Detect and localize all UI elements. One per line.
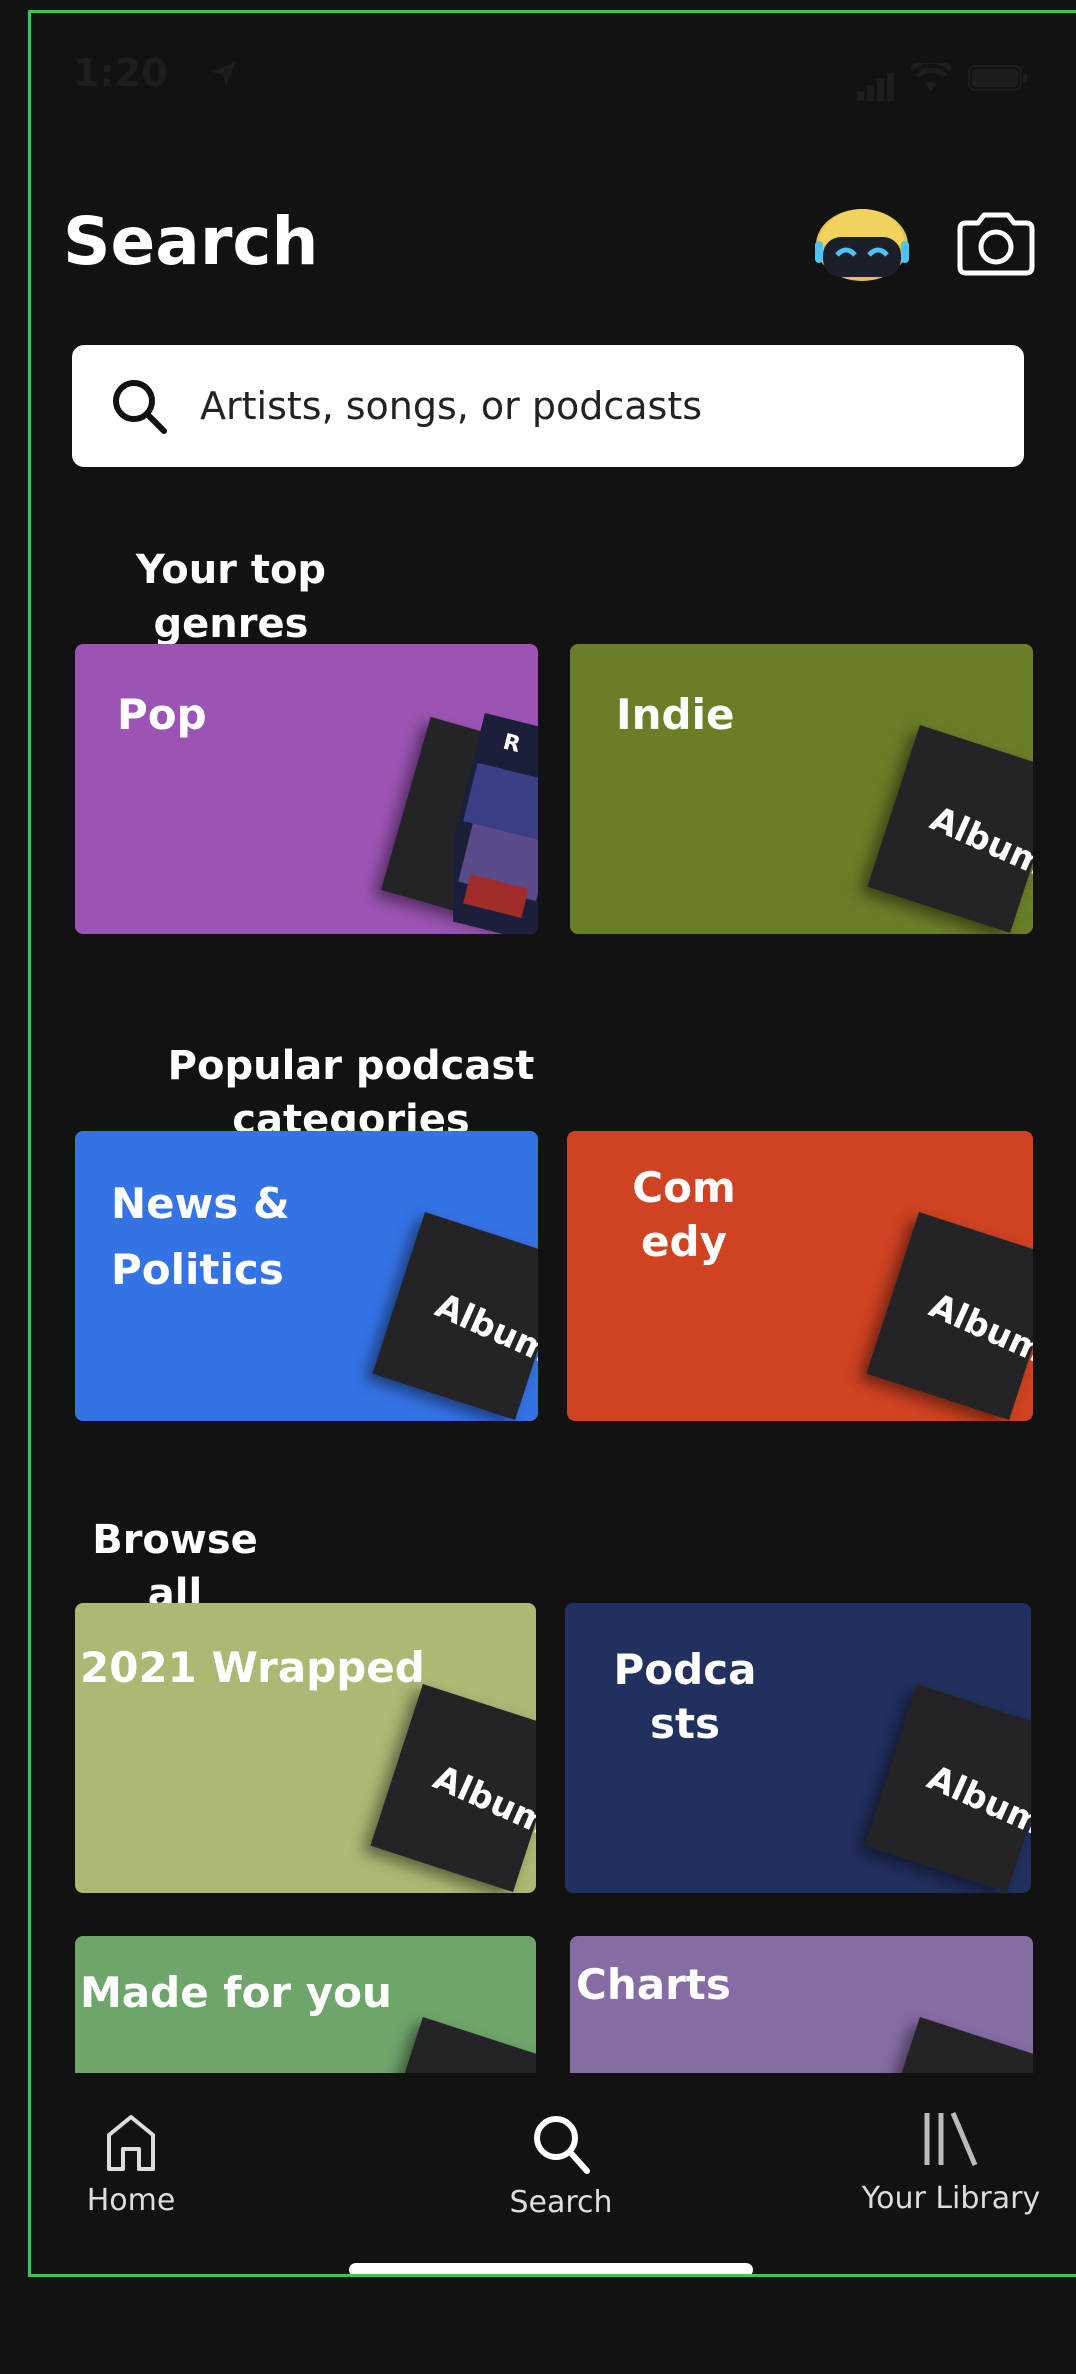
tile-charts[interactable]: Charts <box>570 1936 1033 2086</box>
tile-comedy[interactable]: Com edy Album <box>567 1131 1033 1421</box>
tile-label: News & Politics <box>111 1179 290 1294</box>
album-art-label: Album <box>427 1757 536 1844</box>
search-icon <box>113 380 167 434</box>
bottom-nav: Home Search Your Library <box>31 2073 1076 2274</box>
album-art-label: Album <box>921 1757 1031 1844</box>
tile-label: Charts <box>576 1960 731 2009</box>
home-icon <box>107 2115 155 2171</box>
tile-label: Com edy <box>632 1163 736 1266</box>
tile-label: Pop <box>117 690 207 739</box>
tile-2021-wrapped[interactable]: 2021 Wrapped Album <box>75 1603 536 1893</box>
album-art-label: Album <box>924 798 1033 885</box>
battery-icon <box>968 65 1027 91</box>
screen-frame: 1:20 Search Artists, songs, or podcasts … <box>28 10 1076 2277</box>
tile-label: Indie <box>616 690 735 739</box>
library-icon <box>924 2112 978 2166</box>
status-time: 1:20 <box>73 51 168 95</box>
tile-made-for-you[interactable]: Made for you <box>75 1936 536 2086</box>
home-indicator <box>349 2263 753 2274</box>
tile-indie[interactable]: Indie Album <box>570 644 1033 934</box>
page-title: Search <box>63 203 319 280</box>
wifi-icon <box>911 63 951 91</box>
tile-news-politics[interactable]: News & Politics Album <box>75 1131 538 1421</box>
avatar-icon[interactable] <box>813 201 911 281</box>
tile-pop[interactable]: Pop R <box>75 644 538 934</box>
tile-label: 2021 Wrapped <box>80 1643 425 1692</box>
search-input[interactable]: Artists, songs, or podcasts <box>72 345 1024 467</box>
album-cover-image: R <box>453 713 538 934</box>
section-top-genres: Your top genres <box>135 547 327 647</box>
album-art-label: Album <box>429 1285 538 1372</box>
nav-home[interactable]: Home <box>61 2113 201 2218</box>
signal-icon <box>857 73 894 101</box>
nav-search-label: Search <box>509 2185 613 2220</box>
tile-label: Made for you <box>80 1968 392 2017</box>
nav-home-label: Home <box>86 2183 176 2218</box>
search-icon <box>534 2116 590 2174</box>
album-art-label: Album <box>923 1285 1033 1372</box>
camera-icon[interactable] <box>956 211 1036 277</box>
search-placeholder: Artists, songs, or podcasts <box>200 384 703 428</box>
location-arrow-icon <box>212 62 236 86</box>
tile-label: Podca sts <box>613 1645 757 1748</box>
nav-library[interactable]: Your Library <box>851 2107 1051 2216</box>
nav-library-label: Your Library <box>861 2181 1041 2216</box>
nav-search[interactable]: Search <box>481 2113 641 2220</box>
tile-podcasts[interactable]: Podca sts Album <box>565 1603 1031 1893</box>
